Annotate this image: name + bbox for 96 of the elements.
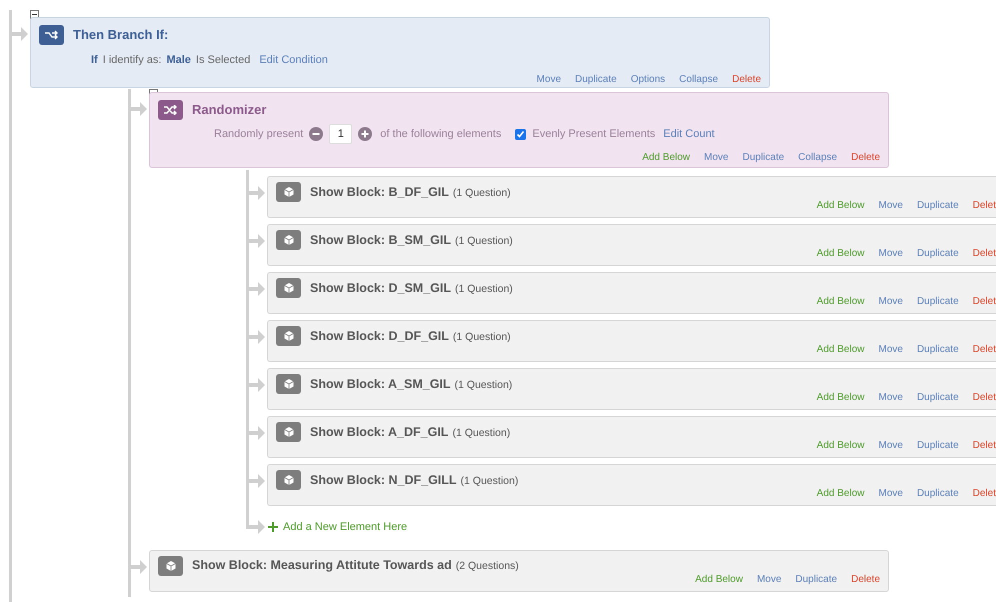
action-link[interactable]: Duplicate	[916, 246, 959, 261]
action-link[interactable]: Options	[630, 72, 666, 86]
condition-question: I identify as:	[102, 53, 162, 68]
branch-title: Then Branch If:	[73, 26, 168, 44]
connector-arrow-icon	[249, 330, 265, 344]
delete-link[interactable]: Delet	[972, 438, 996, 453]
action-link[interactable]: Collapse	[679, 72, 718, 86]
add-element-link[interactable]: Add a New Element Here	[268, 519, 408, 536]
connector-arrow-icon	[249, 378, 265, 392]
evenly-present-label: Evenly Present Elements	[532, 126, 656, 142]
delete-link[interactable]: Delete	[851, 572, 880, 586]
condition-choice: Male	[166, 53, 191, 68]
question-count: (1 Question)	[454, 378, 512, 393]
connector-arrow-icon	[131, 560, 147, 574]
action-link[interactable]: Duplicate	[916, 198, 959, 213]
delete-link[interactable]: Delete	[732, 72, 761, 86]
add-below-link[interactable]: Add Below	[816, 438, 864, 453]
add-below-link[interactable]: Add Below	[816, 198, 864, 213]
block-title: Show Block: B_DF_GIL	[310, 184, 449, 201]
delete-link[interactable]: Delet	[972, 198, 996, 213]
action-link[interactable]: Move	[756, 572, 782, 586]
randomly-present-label: Randomly present	[214, 126, 304, 142]
action-link[interactable]: Move	[878, 246, 903, 261]
question-count: (1 Question)	[460, 474, 518, 489]
action-link[interactable]: Move	[878, 294, 903, 309]
following-elements-label: of the following elements	[380, 126, 502, 142]
add-below-link[interactable]: Add Below	[642, 150, 690, 165]
condition-prefix: If	[91, 53, 98, 68]
block-title: Show Block: Measuring Attitute Towards ad	[192, 557, 452, 574]
action-link[interactable]: Move	[878, 342, 903, 357]
action-link[interactable]: Move	[878, 390, 903, 405]
connector-arrow-icon	[131, 102, 147, 116]
action-link[interactable]: Move	[704, 150, 728, 165]
action-link[interactable]: Duplicate	[916, 438, 959, 453]
delete-link[interactable]: Delete	[851, 150, 880, 165]
add-below-link[interactable]: Add Below	[816, 390, 864, 405]
block-icon	[276, 278, 301, 298]
action-link[interactable]: Duplicate	[916, 342, 959, 357]
question-count: (1 Question)	[452, 186, 511, 201]
count-field[interactable]: 1	[329, 124, 352, 144]
delete-link[interactable]: Delet	[972, 342, 996, 357]
randomizer-icon	[158, 100, 183, 120]
action-link[interactable]: Move	[536, 72, 561, 86]
collapse-icon[interactable]	[30, 10, 39, 19]
connector-arrow-icon	[249, 426, 265, 440]
block-title: Show Block: D_SM_GIL	[310, 280, 451, 297]
delete-link[interactable]: Delet	[972, 486, 996, 501]
question-count: (1 Question)	[455, 282, 513, 297]
action-link[interactable]: Collapse	[798, 150, 838, 165]
condition-operator: Is Selected	[196, 53, 250, 68]
block-title: Show Block: A_SM_GIL	[310, 376, 451, 393]
action-link[interactable]: Duplicate	[575, 72, 617, 86]
edit-condition-link[interactable]: Edit Condition	[259, 52, 328, 68]
add-below-link[interactable]: Add Below	[816, 246, 864, 261]
connector-arrow-icon	[249, 474, 265, 488]
question-count: (1 Question)	[455, 234, 513, 249]
block-icon	[276, 326, 301, 346]
connector-arrow-icon	[249, 234, 265, 248]
question-count: (1 Question)	[452, 330, 511, 345]
connector-arrow-icon	[249, 186, 265, 200]
block-icon	[276, 422, 301, 442]
block-icon	[276, 470, 301, 490]
block-title: Show Block: N_DF_GILL	[310, 472, 457, 489]
action-link[interactable]: Move	[878, 438, 903, 453]
action-link[interactable]: Duplicate	[916, 486, 959, 501]
action-link[interactable]: Duplicate	[742, 150, 784, 165]
plus-icon[interactable]	[358, 127, 372, 141]
evenly-checkbox[interactable]	[515, 128, 526, 140]
action-link[interactable]: Duplicate	[916, 294, 959, 309]
connector-arrow-icon	[249, 282, 265, 296]
add-below-link[interactable]: Add Below	[816, 486, 864, 501]
delete-link[interactable]: Delet	[972, 294, 996, 309]
block-icon	[276, 182, 301, 202]
edit-count-link[interactable]: Edit Count	[663, 126, 715, 142]
plus-icon	[268, 522, 278, 532]
action-link[interactable]: Move	[878, 486, 903, 501]
question-count: (1 Question)	[452, 426, 510, 441]
block-icon	[276, 374, 301, 394]
block-title: Show Block: A_DF_GIL	[310, 424, 448, 441]
connector-arrow-icon	[12, 27, 28, 41]
block-title: Show Block: B_SM_GIL	[310, 232, 451, 249]
action-link[interactable]: Move	[878, 198, 903, 213]
block-title: Show Block: D_DF_GIL	[310, 328, 449, 345]
add-below-link[interactable]: Add Below	[816, 294, 864, 309]
branch-icon	[39, 25, 64, 45]
action-link[interactable]: Duplicate	[795, 572, 838, 586]
question-count: (2 Questions)	[456, 559, 519, 574]
action-link[interactable]: Duplicate	[916, 390, 959, 405]
delete-link[interactable]: Delet	[972, 390, 996, 405]
add-below-link[interactable]: Add Below	[816, 342, 864, 357]
delete-link[interactable]: Delet	[972, 246, 996, 261]
randomizer-title: Randomizer	[192, 101, 266, 120]
block-icon	[158, 556, 183, 576]
block-icon	[276, 230, 301, 250]
minus-icon[interactable]	[309, 127, 324, 141]
add-below-link[interactable]: Add Below	[695, 572, 743, 586]
